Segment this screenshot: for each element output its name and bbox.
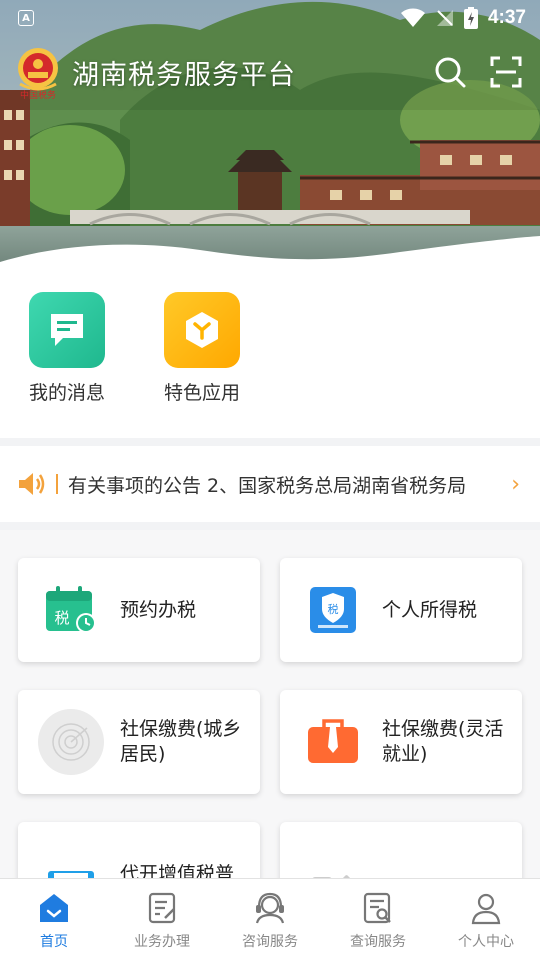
notice-ticker[interactable]: 有关事项的公告 2、国家税务总局湖南省税务局 › [0, 446, 540, 522]
wifi-icon [400, 8, 425, 27]
cube-icon [164, 292, 240, 368]
my-messages-label: 我的消息 [28, 382, 105, 404]
message-icon [29, 292, 105, 368]
scan-icon[interactable] [490, 56, 522, 88]
hero-banner: A 4:37 中国税务 湖南税务服务平台 [0, 0, 540, 270]
nav-business[interactable]: 业务办理 [108, 879, 216, 960]
notice-text: 有关事项的公告 2、国家税务总局湖南省税务局 [68, 474, 467, 497]
service-card-urban-rural-social-insurance[interactable]: 社保缴费(城乡居民) [18, 690, 260, 794]
clock: 4:37 [487, 7, 526, 28]
nav-label: 首页 [40, 934, 68, 950]
service-label: 社保缴费(灵活就业) [382, 718, 504, 765]
chevron-right-icon[interactable]: › [511, 472, 520, 497]
services-grid: 税 预约办税 税 个人所得税 社保缴费(城乡居民) 社保缴费(灵活就业) 代开增… [0, 530, 540, 878]
svg-text:中国税务: 中国税务 [20, 89, 56, 100]
nav-profile[interactable]: 个人中心 [432, 879, 540, 960]
title-bar: 中国税务 湖南税务服务平台 [0, 42, 540, 102]
scenery-illustration [0, 0, 540, 270]
quick-actions: 我的消息 特色应用 [0, 270, 540, 438]
page-title: 湖南税务服务平台 [72, 59, 296, 91]
no-signal-icon [436, 10, 453, 26]
nav-label: 查询服务 [350, 934, 406, 950]
service-card-flexible-social-insurance[interactable]: 社保缴费(灵活就业) [280, 690, 522, 794]
tax-calendar-icon: 税 [36, 575, 106, 645]
briefcase-icon [298, 707, 368, 777]
service-card-personal-tax[interactable]: 税 个人所得税 [280, 558, 522, 662]
printer-icon [36, 839, 106, 878]
my-messages-button[interactable]: 我的消息 [17, 292, 117, 405]
emblem-icon: 中国税务 [18, 48, 58, 101]
bottom-navigation: 首页 业务办理 咨询服务 查询服务 个人中心 [0, 878, 540, 960]
app-notification-icon: A [18, 10, 34, 26]
service-label: 预约办税 [120, 598, 197, 621]
nav-query[interactable]: 查询服务 [324, 879, 432, 960]
service-label: 个人所得税 [382, 598, 478, 621]
battery-charging-icon [463, 7, 478, 29]
svg-text:税: 税 [328, 602, 339, 616]
headset-icon [255, 892, 285, 924]
service-label: 代开增值税普 [120, 862, 235, 879]
nav-label: 个人中心 [458, 934, 514, 950]
status-bar: A 4:37 [0, 0, 540, 36]
service-card-appointment[interactable]: 税 预约办税 [18, 558, 260, 662]
notice-divider [56, 474, 58, 494]
nav-consult[interactable]: 咨询服务 [216, 879, 324, 960]
nav-label: 咨询服务 [242, 934, 298, 950]
speaker-icon [19, 473, 45, 495]
tax-emblem-logo: 中国税务 [14, 44, 62, 101]
nav-label: 业务办理 [134, 934, 190, 950]
document-search-icon [363, 892, 391, 924]
more-icon [298, 839, 368, 878]
service-card-vat-invoice[interactable]: 代开增值税普 [18, 822, 260, 878]
featured-apps-button[interactable]: 特色应用 [152, 292, 252, 405]
personal-tax-icon: 税 [298, 575, 368, 645]
document-edit-icon [148, 892, 176, 924]
svg-text:税: 税 [54, 609, 69, 627]
nav-home[interactable]: 首页 [0, 879, 108, 960]
home-icon [40, 894, 68, 922]
service-card-more[interactable]: 更多 [280, 822, 522, 878]
featured-apps-label: 特色应用 [163, 382, 240, 404]
service-label: 社保缴费(城乡居民) [120, 718, 242, 765]
radar-icon [36, 707, 106, 777]
search-icon[interactable] [434, 56, 466, 88]
person-icon [471, 893, 501, 925]
